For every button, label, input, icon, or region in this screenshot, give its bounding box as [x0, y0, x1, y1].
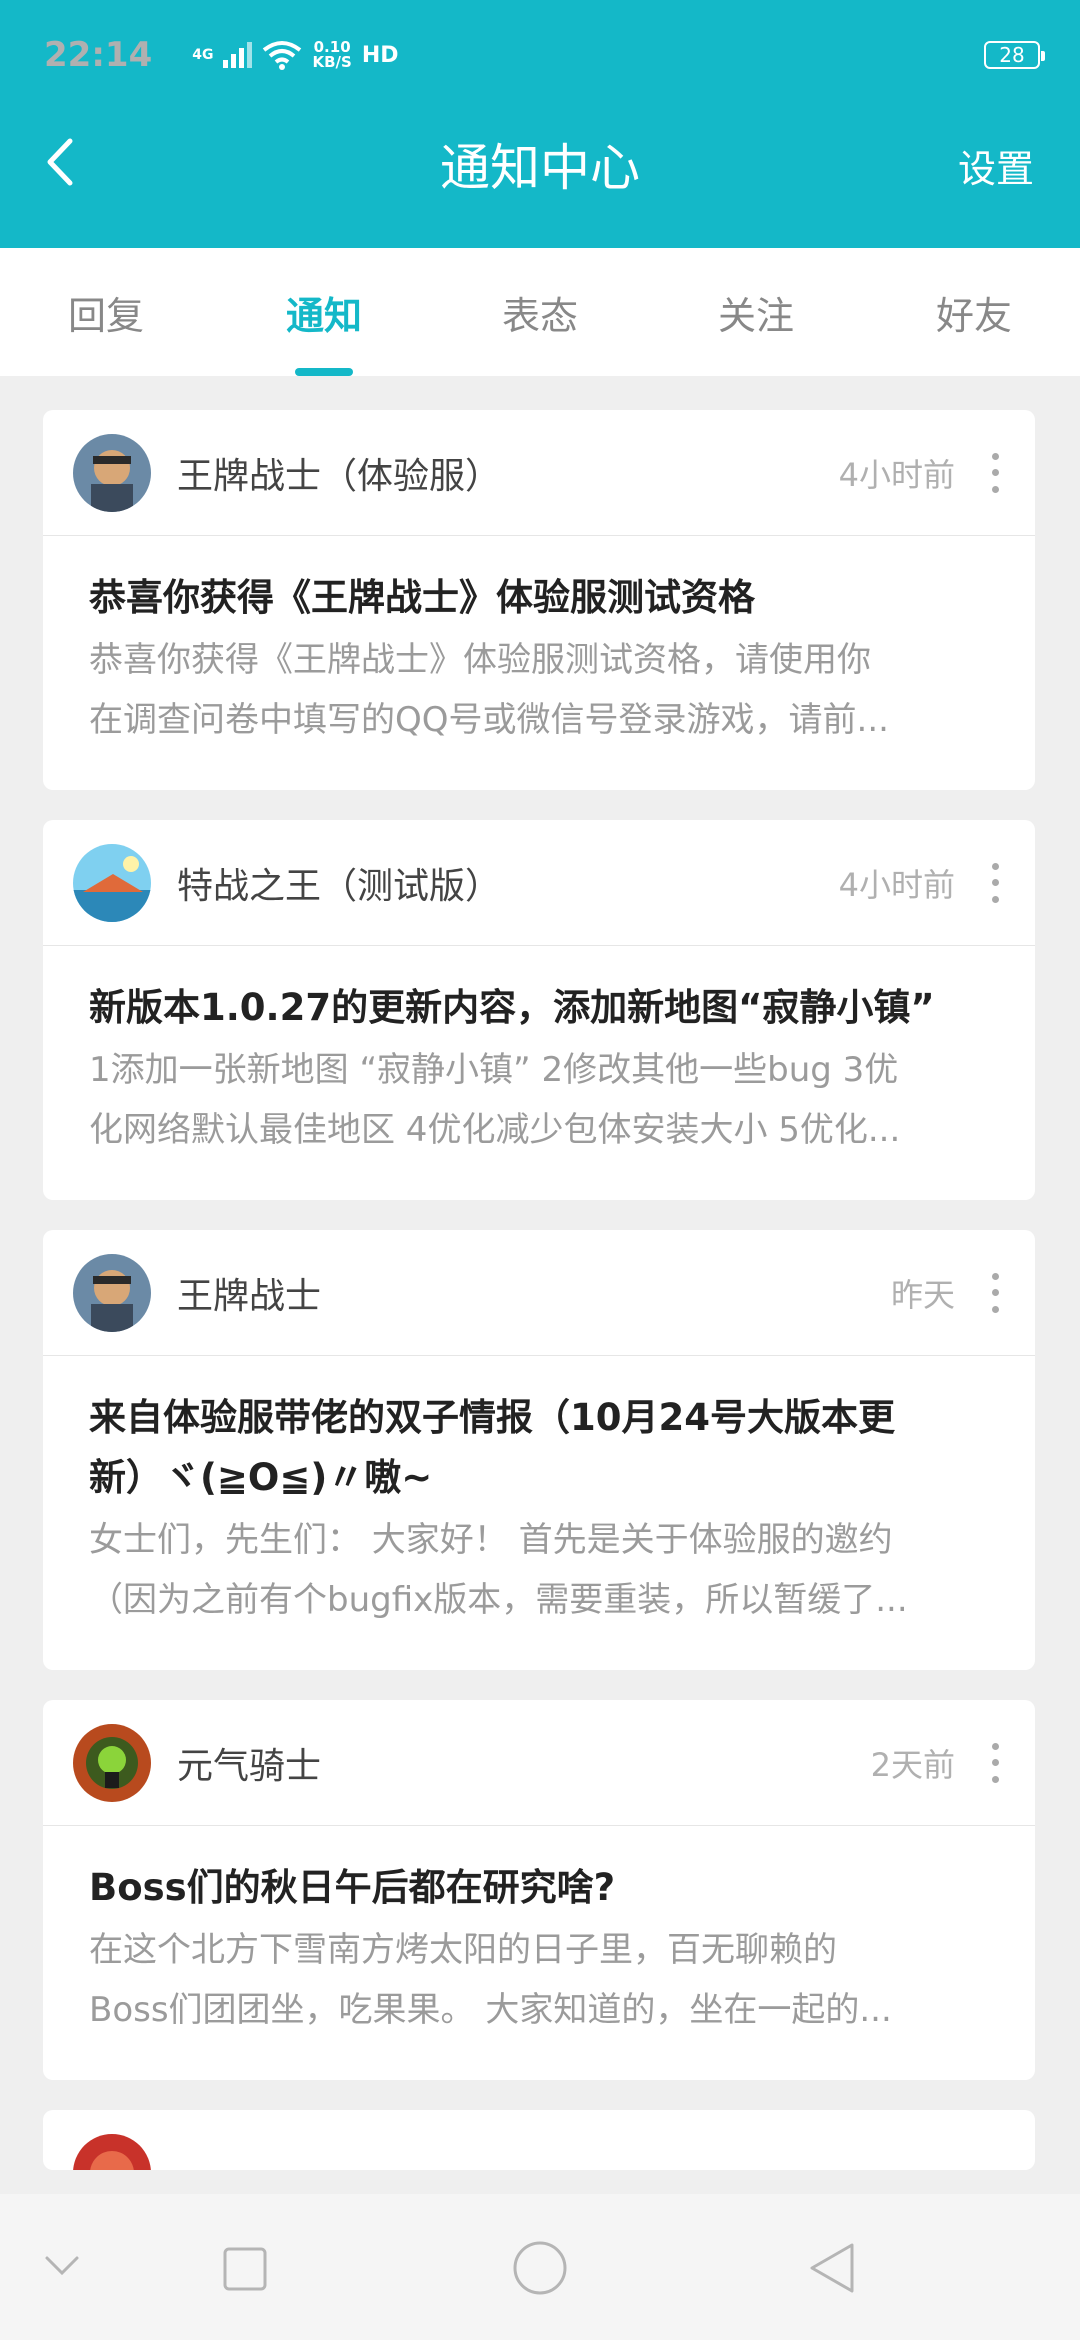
avatar[interactable]	[73, 843, 151, 922]
avatar[interactable]	[73, 1723, 151, 1802]
status-time: 22:14	[44, 35, 153, 75]
back-triangle-icon[interactable]	[806, 2240, 858, 2296]
post-time: 2天前	[870, 1745, 955, 1784]
more-options-icon[interactable]	[985, 452, 1005, 493]
notification-card[interactable]: 王牌战士（体验服） 4小时前 恭喜你获得《王牌战士》体验服测试资格 恭喜你获得《…	[43, 410, 1035, 790]
notification-summary: 女士们，先生们： 大家好！ 首先是关于体验服的邀约 （因为之前有个bugfix版…	[89, 1520, 908, 1620]
tab-notifications[interactable]: 通知	[216, 248, 432, 376]
notification-card[interactable]: 特战之王（测试版） 4小时前 新版本1.0.27的更新内容，添加新地图“寂静小镇…	[43, 820, 1035, 1200]
notification-list: 王牌战士（体验服） 4小时前 恭喜你获得《王牌战士》体验服测试资格 恭喜你获得《…	[43, 410, 1035, 2200]
more-options-icon[interactable]	[985, 862, 1005, 903]
more-options-icon[interactable]	[985, 1272, 1005, 1313]
battery-icon: 28	[984, 41, 1045, 69]
source-name[interactable]: 王牌战士	[177, 1267, 891, 1319]
card-header	[43, 2110, 1035, 2170]
post-time: 昨天	[890, 1275, 955, 1314]
wifi-icon	[263, 41, 302, 70]
notification-summary: 1添加一张新地图 “寂静小镇” 2修改其他一些bug 3优 化网络默认最佳地区 …	[89, 1050, 901, 1150]
card-header: 王牌战士 昨天	[43, 1230, 1035, 1356]
notification-title: 新版本1.0.27的更新内容，添加新地图“寂静小镇”	[89, 986, 935, 1029]
more-options-icon[interactable]	[985, 1742, 1005, 1783]
notification-title: 来自体验服带佬的双子情报（10月24号大版本更 新）ヾ(≧O≦)〃嗷~	[89, 1396, 895, 1499]
tab-reactions[interactable]: 表态	[432, 248, 648, 376]
avatar[interactable]	[73, 2134, 151, 2170]
tab-replies[interactable]: 回复	[0, 248, 216, 376]
avatar[interactable]	[73, 1253, 151, 1332]
card-header: 元气骑士 2天前	[43, 1700, 1035, 1826]
card-body: 新版本1.0.27的更新内容，添加新地图“寂静小镇” 1添加一张新地图 “寂静小…	[43, 946, 1035, 1200]
notification-summary: 在这个北方下雪南方烤太阳的日子里，百无聊赖的 Boss们团团坐，吃果果。 大家知…	[89, 1930, 892, 2030]
network-type: 4G	[192, 47, 214, 63]
notification-title: Boss们的秋日午后都在研究啥?	[89, 1866, 616, 1909]
status-bar: 22:14 4G 0.10 KB/S HD 28	[44, 30, 1045, 80]
signal-icon	[223, 42, 253, 68]
post-time: 4小时前	[838, 455, 955, 494]
settings-button[interactable]: 设置	[958, 138, 1034, 193]
avatar[interactable]	[73, 433, 151, 512]
card-body: 恭喜你获得《王牌战士》体验服测试资格 恭喜你获得《王牌战士》体验服测试资格，请使…	[43, 536, 1035, 790]
page-title: 通知中心	[440, 139, 640, 197]
app-header: 22:14 4G 0.10 KB/S HD 28 通知中心 设置	[0, 0, 1080, 248]
notification-card[interactable]: 王牌战士 昨天 来自体验服带佬的双子情报（10月24号大版本更 新）ヾ(≧O≦)…	[43, 1230, 1035, 1670]
active-tab-indicator	[295, 368, 353, 376]
card-body: 来自体验服带佬的双子情报（10月24号大版本更 新）ヾ(≧O≦)〃嗷~ 女士们，…	[43, 1356, 1035, 1670]
notification-card[interactable]: 元气骑士 2天前 Boss们的秋日午后都在研究啥? 在这个北方下雪南方烤太阳的日…	[43, 1700, 1035, 2080]
card-body: Boss们的秋日午后都在研究啥? 在这个北方下雪南方烤太阳的日子里，百无聊赖的 …	[43, 1826, 1035, 2080]
notification-card-partial[interactable]	[43, 2110, 1035, 2170]
hd-icon: HD	[361, 42, 399, 68]
network-speed: 0.10 KB/S	[312, 38, 352, 71]
tab-friends[interactable]: 好友	[864, 248, 1080, 376]
notification-title: 恭喜你获得《王牌战士》体验服测试资格	[89, 576, 755, 619]
source-name[interactable]: 元气骑士	[177, 1737, 871, 1789]
source-name[interactable]: 特战之王（测试版）	[177, 857, 839, 909]
notification-summary: 恭喜你获得《王牌战士》体验服测试资格，请使用你 在调查问卷中填写的QQ号或微信号…	[89, 640, 889, 740]
system-navigation-bar	[0, 2194, 1080, 2340]
signal-indicators: 4G 0.10 KB/S HD	[192, 38, 399, 71]
home-icon[interactable]	[512, 2240, 568, 2296]
chevron-down-icon[interactable]	[40, 2244, 84, 2288]
tab-follows[interactable]: 关注	[648, 248, 864, 376]
card-header: 王牌战士（体验服） 4小时前	[43, 410, 1035, 536]
card-header: 特战之王（测试版） 4小时前	[43, 820, 1035, 946]
source-name[interactable]: 王牌战士（体验服）	[177, 447, 839, 499]
post-time: 4小时前	[838, 865, 955, 904]
recent-apps-icon[interactable]	[222, 2246, 268, 2292]
tab-bar: 回复 通知 表态 关注 好友	[0, 248, 1080, 376]
